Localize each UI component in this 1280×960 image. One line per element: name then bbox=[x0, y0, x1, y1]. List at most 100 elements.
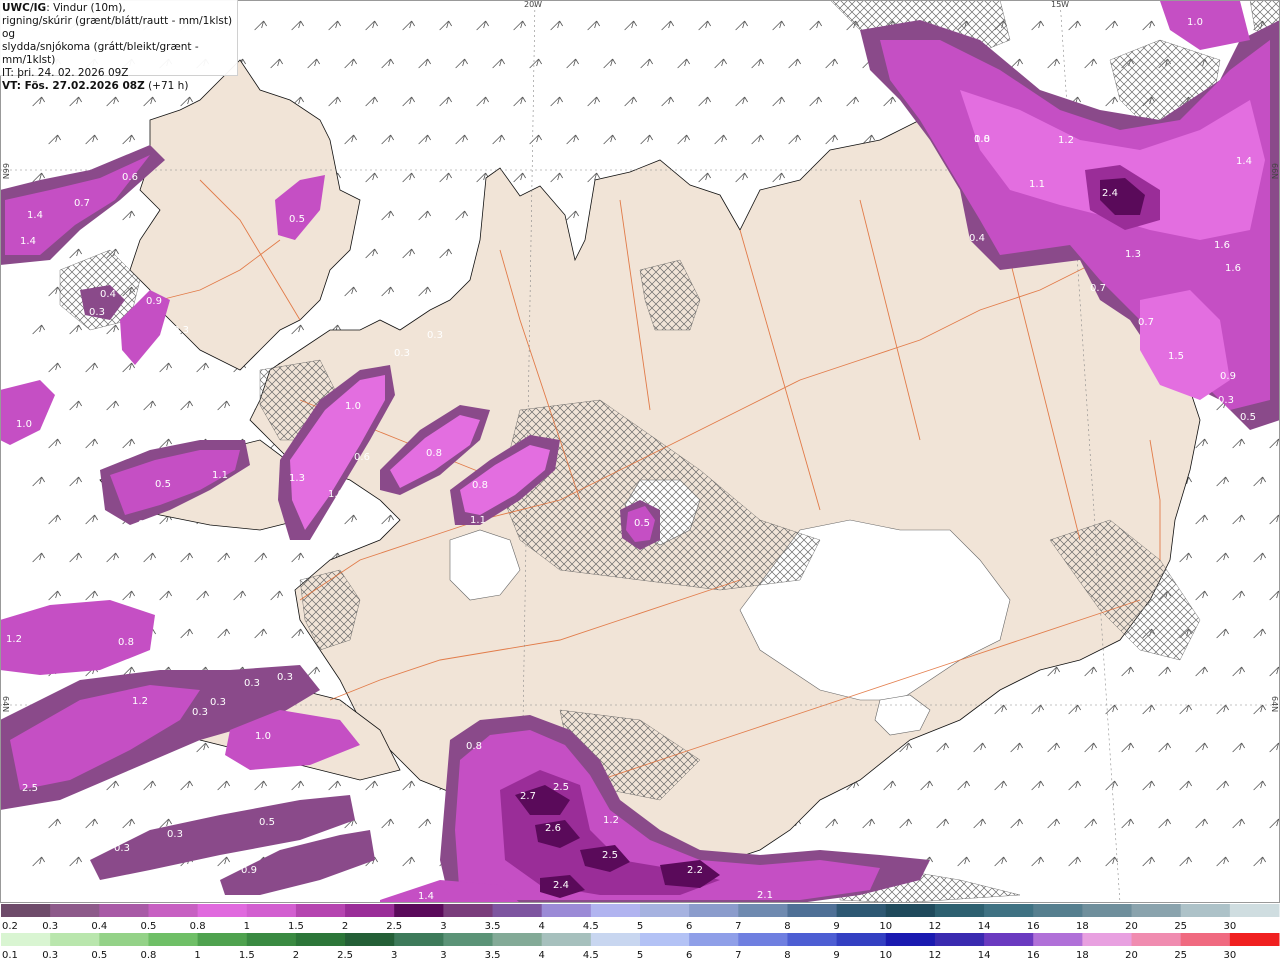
snow-scale-tick: 4 bbox=[539, 921, 545, 932]
precip-value-label: 0.5 bbox=[155, 479, 171, 490]
rain-scale-tick: 3 bbox=[391, 950, 397, 960]
rain-scale-swatch bbox=[787, 933, 838, 946]
rain-scale-tick: 0.3 bbox=[42, 950, 58, 960]
snow-scale-tick: 0.8 bbox=[190, 921, 206, 932]
rain-scale-tick: 3.5 bbox=[485, 950, 501, 960]
snow-scale-swatch bbox=[1131, 904, 1182, 917]
rain-scale-tick: 20 bbox=[1125, 950, 1138, 960]
snow-scale-tick: 8 bbox=[784, 921, 790, 932]
snow-scale-swatch bbox=[738, 904, 788, 917]
precip-value-label: 1.0 bbox=[328, 489, 344, 500]
lon-label-15w: 15W bbox=[1051, 0, 1070, 9]
rain-scale-tick: 2 bbox=[293, 950, 299, 960]
map-title-box: UWC/IG: Vindur (10m), rigning/skúrir (gr… bbox=[0, 0, 238, 92]
snow-scale-swatch bbox=[934, 904, 985, 917]
snow-scale-swatch bbox=[689, 904, 739, 917]
rain-scale-swatch bbox=[1131, 933, 1182, 946]
rain-scale-tick: 9 bbox=[833, 950, 839, 960]
snow-scale-tick: 18 bbox=[1076, 921, 1089, 932]
precip-value-label: 2.4 bbox=[553, 880, 569, 891]
model-name: UWC/IG bbox=[2, 2, 47, 14]
rain-scale-tick: 3 bbox=[440, 950, 446, 960]
snow-scale-swatch bbox=[836, 904, 887, 917]
rain-scale-swatch bbox=[394, 933, 444, 946]
rain-scale-tick: 25 bbox=[1174, 950, 1187, 960]
precip-value-label: 0.3 bbox=[427, 330, 443, 341]
precip-value-label: 1.2 bbox=[132, 696, 148, 707]
precip-value-label: 1.4 bbox=[418, 891, 434, 902]
title-line-1: UWC/IG: Vindur (10m), bbox=[2, 2, 237, 15]
precip-value-label: 0.3 bbox=[192, 707, 208, 718]
snow-scale-swatch bbox=[50, 904, 100, 917]
snow-scale-swatch bbox=[541, 904, 592, 917]
precip-value-label: 1.0 bbox=[1187, 17, 1203, 28]
rain-scale-swatch bbox=[443, 933, 494, 946]
rain-scale-tick: 2.5 bbox=[337, 950, 353, 960]
snow-scale-swatch bbox=[1229, 904, 1280, 917]
snow-scale-swatch bbox=[1, 904, 51, 917]
snow-scale-tick: 30 bbox=[1223, 921, 1236, 932]
precip-value-label: 0.9 bbox=[1220, 371, 1236, 382]
precip-value-label: 0.3 bbox=[277, 672, 293, 683]
rain-scale-swatch bbox=[541, 933, 592, 946]
forecast-lead: (+71 h) bbox=[144, 80, 189, 92]
snow-scale-tick: 3 bbox=[440, 921, 446, 932]
precip-value-label: 0.6 bbox=[122, 172, 138, 183]
rain-scale-swatch bbox=[1082, 933, 1133, 946]
snow-scale-tick: 0.3 bbox=[42, 921, 58, 932]
snow-scale-tick: 1.5 bbox=[288, 921, 304, 932]
precip-value-label: 0.3 bbox=[168, 774, 184, 785]
title-line-2: rigning/skúrir (grænt/blátt/rautt - mm/1… bbox=[2, 15, 233, 40]
rain-scale-swatch bbox=[836, 933, 887, 946]
precip-value-label: 0.3 bbox=[394, 348, 410, 359]
precip-value-label: 0.7 bbox=[74, 198, 90, 209]
rain-scale-tick: 16 bbox=[1027, 950, 1040, 960]
rain-scale-tick: 6 bbox=[686, 950, 692, 960]
precip-value-label: 0.9 bbox=[146, 296, 162, 307]
rain-scale-tick: 8 bbox=[784, 950, 790, 960]
valid-time-line: VT: Fös. 27.02.2026 08Z (+71 h) bbox=[2, 80, 237, 93]
snow-scale-tick: 0.4 bbox=[91, 921, 107, 932]
rain-scale-swatch bbox=[1180, 933, 1231, 946]
precip-value-label: 1.4 bbox=[27, 210, 43, 221]
rain-scale-tick: 18 bbox=[1076, 950, 1089, 960]
snow-scale-tick: 5 bbox=[637, 921, 643, 932]
rain-scale-swatch bbox=[1, 933, 51, 946]
snow-scale-swatch bbox=[885, 904, 936, 917]
rain-scale-swatch bbox=[50, 933, 100, 946]
title-line-3: slydda/snjókoma (grátt/bleikt/grænt - mm… bbox=[2, 41, 199, 66]
snow-scale-tick: 0.2 bbox=[2, 921, 18, 932]
title-variable: : Vindur (10m), bbox=[46, 2, 126, 14]
precip-value-label: 0.4 bbox=[100, 289, 116, 300]
rain-scale-swatch bbox=[492, 933, 543, 946]
precip-value-label: 1.3 bbox=[1125, 249, 1141, 260]
rain-scale-tick: 10 bbox=[879, 950, 892, 960]
snow-scale-swatch bbox=[787, 904, 838, 917]
snow-scale-swatch bbox=[148, 904, 199, 917]
rain-scale-tick: 1 bbox=[194, 950, 200, 960]
precip-value-label: 1.6 bbox=[1214, 240, 1230, 251]
precip-value-label: 0.4 bbox=[138, 519, 154, 530]
rain-scale-tick: 5 bbox=[637, 950, 643, 960]
precip-value-label: 0.8 bbox=[974, 134, 990, 145]
rain-scale-swatch bbox=[148, 933, 199, 946]
snow-scale-tick: 10 bbox=[879, 921, 892, 932]
precip-value-label: 0.8 bbox=[472, 480, 488, 491]
precip-value-label: 1.2 bbox=[603, 815, 619, 826]
snow-scale-swatch bbox=[1082, 904, 1133, 917]
lat-label-66n-left: 66N bbox=[1, 163, 10, 180]
precip-value-label: 0.3 bbox=[396, 771, 412, 782]
rain-scale-tick: 4.5 bbox=[583, 950, 599, 960]
snow-scale-swatch bbox=[394, 904, 444, 917]
rain-scale-swatch bbox=[640, 933, 690, 946]
precip-value-label: 1.4 bbox=[1236, 156, 1252, 167]
color-legend: 0.2 0.3 0.4 0.5 0.8 1 1.5 2 2.5 3 3.5 4 4.5 5 6 7 8 9 10 12… bbox=[0, 903, 1280, 960]
precip-value-label: 0.3 bbox=[114, 843, 130, 854]
snow-scale-tick: 14 bbox=[978, 921, 991, 932]
precip-value-label: 0.8 bbox=[118, 637, 134, 648]
precip-value-label: 1.0 bbox=[255, 731, 271, 742]
snow-scale-tick: 1 bbox=[244, 921, 250, 932]
precip-value-label: 1.4 bbox=[20, 236, 36, 247]
snow-scale-swatch bbox=[197, 904, 248, 917]
rain-scale-tick: 1.5 bbox=[239, 950, 255, 960]
